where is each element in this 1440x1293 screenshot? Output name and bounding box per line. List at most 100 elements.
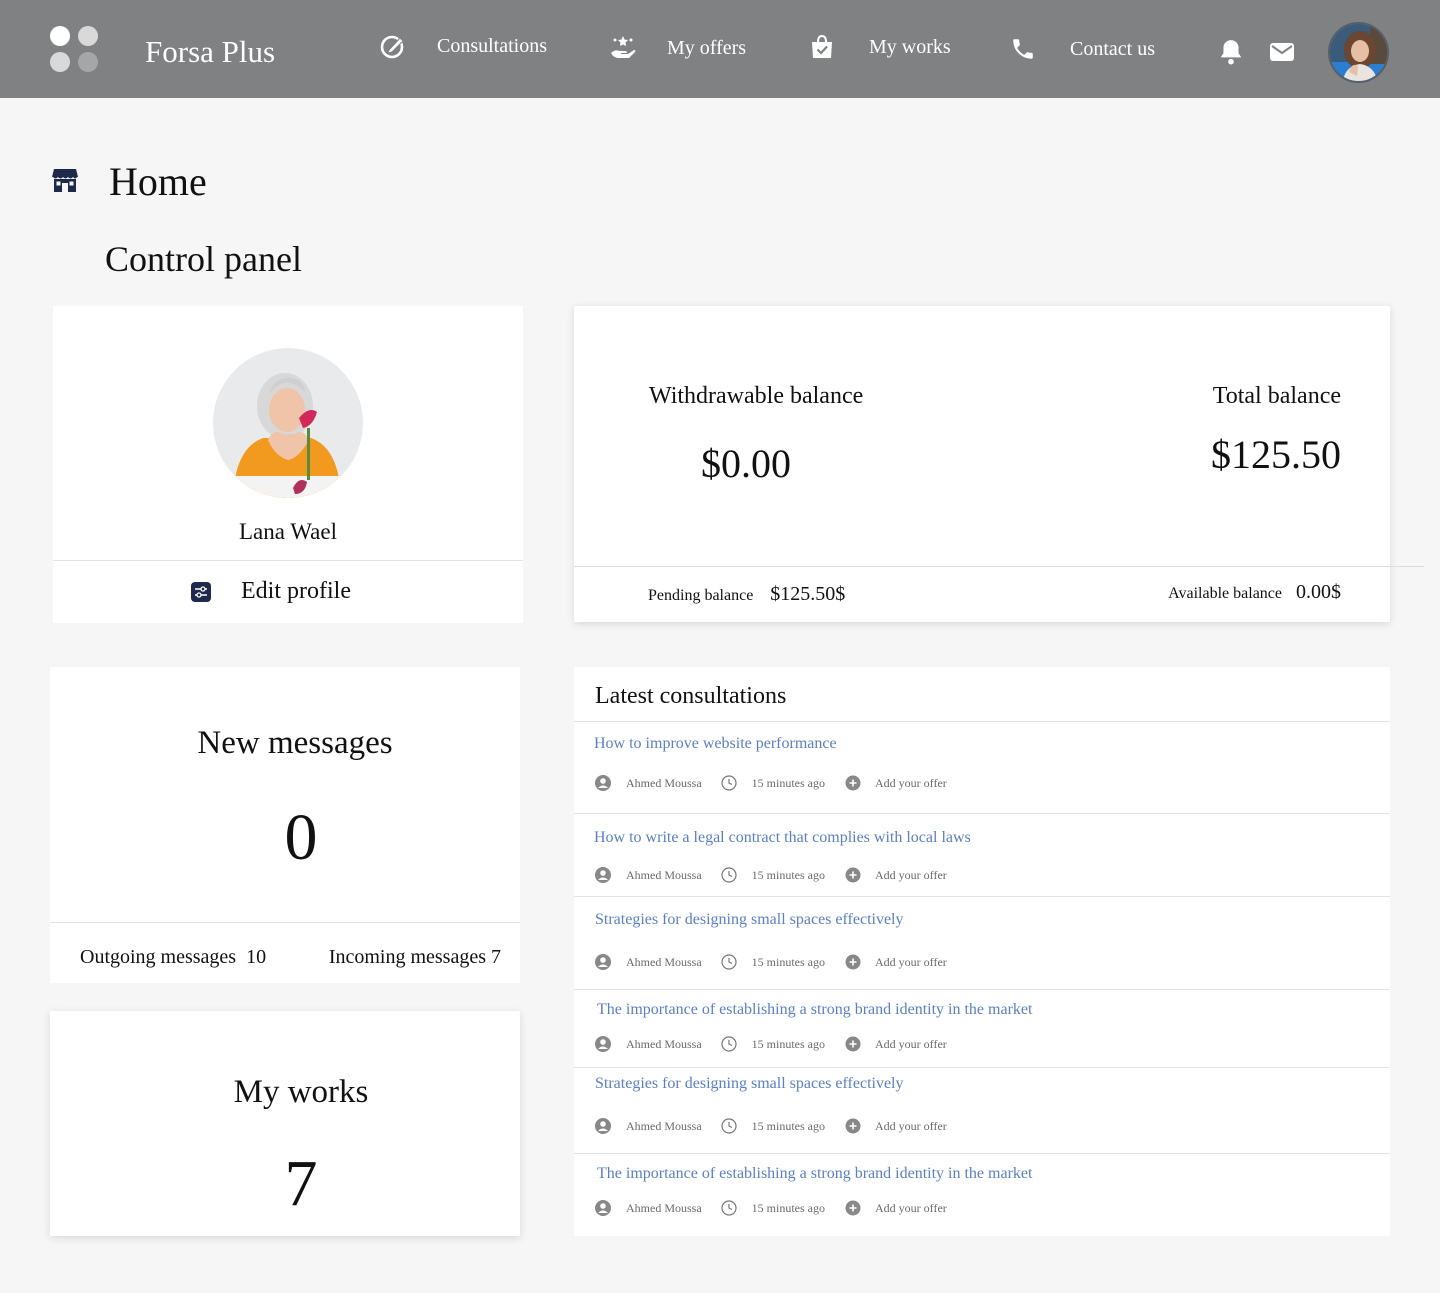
consultation-author: Ahmed Moussa: [626, 1036, 702, 1051]
incoming-messages[interactable]: Incoming messages 7: [329, 946, 501, 969]
user-circle-icon: [595, 1036, 611, 1052]
consultation-author: Ahmed Moussa: [626, 954, 702, 969]
phone-icon: [1009, 35, 1037, 63]
consultation-question[interactable]: Strategies for designing small spaces ef…: [595, 1075, 904, 1093]
divider: [574, 989, 1390, 990]
plus-circle-icon[interactable]: [845, 1118, 861, 1134]
consultation-time: 15 minutes ago: [751, 1118, 825, 1133]
outgoing-messages-label: Outgoing messages: [80, 946, 237, 968]
consultation-time: 15 minutes ago: [751, 775, 825, 790]
consultation-author: Ahmed Moussa: [626, 775, 702, 790]
available-balance-label: Available balance: [1168, 585, 1282, 602]
my-works-card[interactable]: My works 7: [50, 1011, 520, 1236]
clock-icon: [721, 775, 737, 791]
divider: [574, 896, 1390, 897]
divider: [53, 560, 523, 561]
pending-balance-value: $125.50$: [770, 583, 846, 605]
user-circle-icon: [595, 1118, 611, 1134]
divider: [50, 922, 520, 923]
consultation-time: 15 minutes ago: [751, 1200, 825, 1215]
add-offer-link[interactable]: Add your offer: [875, 955, 947, 970]
nav-consultations[interactable]: Consultations: [379, 28, 547, 64]
add-offer-link[interactable]: Add your offer: [875, 1201, 947, 1216]
divider: [574, 566, 1424, 567]
available-balance: Available balance 0.00$: [1168, 581, 1341, 604]
balance-card: Withdrawable balance $0.00 Total balance…: [574, 306, 1424, 622]
new-messages-title: New messages: [197, 725, 393, 761]
add-offer-link[interactable]: Add your offer: [875, 1119, 947, 1134]
consultation-question[interactable]: How to improve website performance: [594, 735, 837, 753]
bell-icon[interactable]: [1217, 38, 1245, 66]
my-works-title: My works: [233, 1074, 369, 1110]
consultation-meta: Ahmed Moussa 15 minutes ago Add your off…: [595, 1118, 947, 1134]
latest-consultations-title: Latest consultations: [595, 683, 787, 709]
divider: [574, 721, 1390, 722]
consultation-question[interactable]: How to write a legal contract that compl…: [594, 829, 971, 847]
plus-circle-icon[interactable]: [845, 1036, 861, 1052]
consultation-meta: Ahmed Moussa 15 minutes ago Add your off…: [595, 954, 947, 970]
top-navbar: Forsa Plus Consultations My offers My wo…: [0, 0, 1440, 98]
page-title: Home: [109, 159, 207, 204]
add-offer-link[interactable]: Add your offer: [875, 1037, 947, 1052]
plus-circle-icon[interactable]: [845, 1200, 861, 1216]
consultation-meta: Ahmed Moussa 15 minutes ago Add your off…: [595, 1200, 947, 1216]
profile-photo: [213, 348, 363, 498]
consultation-time: 15 minutes ago: [751, 1036, 825, 1051]
store-icon: [51, 166, 79, 194]
outgoing-messages[interactable]: Outgoing messages 10: [80, 946, 266, 969]
consultation-time: 15 minutes ago: [751, 954, 825, 969]
divider: [574, 1067, 1390, 1068]
nav-my-offers[interactable]: My offers: [609, 30, 746, 66]
nav-my-works[interactable]: My works: [808, 29, 951, 65]
add-offer-link[interactable]: Add your offer: [875, 776, 947, 791]
user-circle-icon: [595, 775, 611, 791]
nav-my-works-label: My works: [869, 35, 951, 58]
nav-consultations-label: Consultations: [437, 34, 548, 57]
consultation-question[interactable]: Strategies for designing small spaces ef…: [595, 911, 904, 929]
latest-consultations-card: Latest consultations How to improve webs…: [574, 667, 1390, 1236]
outgoing-messages-count: 10: [246, 946, 267, 968]
user-circle-icon: [595, 867, 611, 883]
messages-card[interactable]: New messages 0 Outgoing messages 10 Incom…: [50, 667, 520, 983]
clock-icon: [721, 1200, 737, 1216]
incoming-messages-count: 7: [491, 946, 501, 968]
nav-my-offers-label: My offers: [667, 36, 747, 59]
nav-contact-us[interactable]: Contact us: [1009, 31, 1155, 67]
clock-icon: [721, 867, 737, 883]
consultation-meta: Ahmed Moussa 15 minutes ago Add your off…: [595, 867, 947, 883]
edit-profile-label: Edit profile: [241, 578, 351, 604]
consultation-meta: Ahmed Moussa 15 minutes ago Add your off…: [595, 775, 947, 791]
plus-circle-icon[interactable]: [845, 775, 861, 791]
consultation-question[interactable]: The importance of establishing a strong …: [597, 1001, 1032, 1019]
pending-balance: Pending balance $125.50$: [648, 583, 845, 606]
new-messages-count: 0: [284, 801, 318, 874]
total-balance-label: Total balance: [1212, 383, 1341, 409]
edit-profile-button[interactable]: Edit profile: [191, 578, 351, 605]
shopping-bag-check-icon: [808, 33, 836, 61]
consultation-author: Ahmed Moussa: [626, 1200, 702, 1215]
user-circle-icon: [595, 954, 611, 970]
my-works-count: 7: [284, 1147, 318, 1220]
user-avatar[interactable]: [1328, 22, 1389, 83]
add-offer-link[interactable]: Add your offer: [875, 868, 947, 883]
nav-contact-us-label: Contact us: [1070, 37, 1155, 60]
clock-icon: [721, 1118, 737, 1134]
logo-icon[interactable]: [50, 26, 98, 72]
envelope-icon[interactable]: [1268, 38, 1296, 66]
clock-icon: [721, 1036, 737, 1052]
consultation-question[interactable]: The importance of establishing a strong …: [597, 1165, 1032, 1183]
consultation-meta: Ahmed Moussa 15 minutes ago Add your off…: [595, 1036, 947, 1052]
withdrawable-balance-label: Withdrawable balance: [649, 383, 864, 409]
plus-circle-icon[interactable]: [845, 954, 861, 970]
hand-star-icon: [609, 34, 637, 62]
clock-icon: [721, 954, 737, 970]
section-title: Control panel: [105, 239, 302, 279]
incoming-messages-label: Incoming messages: [328, 946, 486, 968]
brand-name[interactable]: Forsa Plus: [145, 34, 275, 70]
consultation-time: 15 minutes ago: [751, 867, 825, 882]
divider: [574, 1153, 1390, 1154]
plus-circle-icon[interactable]: [845, 867, 861, 883]
consultation-author: Ahmed Moussa: [626, 1118, 702, 1133]
pen-circle-icon: [379, 32, 407, 60]
user-circle-icon: [595, 1200, 611, 1216]
